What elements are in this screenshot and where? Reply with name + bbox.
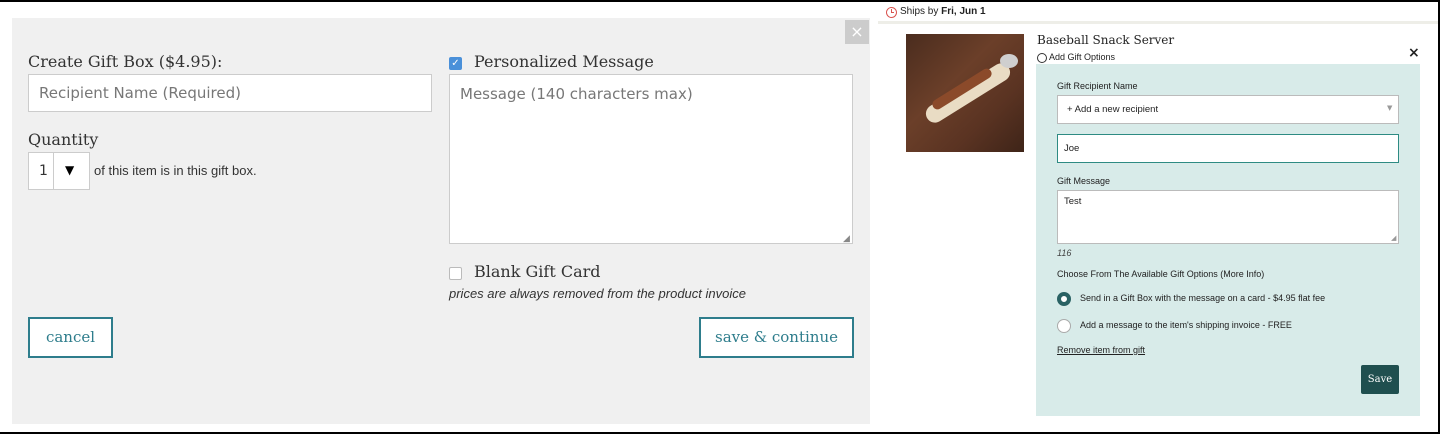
quantity-value: 1 (39, 163, 48, 179)
edit-icon[interactable] (1037, 53, 1047, 63)
product-image (906, 34, 1024, 152)
gift-box-title: Create Gift Box ($4.95): (28, 52, 223, 71)
gift-options-panel: Ships by Fri, Jun 1 Baseball Snack Serve… (878, 2, 1438, 432)
gift-box-dialog: × Create Gift Box ($4.95): Quantity 1 ▼ … (0, 2, 878, 432)
remove-from-gift-link[interactable]: Remove item from gift (1057, 345, 1145, 355)
gift-options-form: Gift Recipient Name + Add a new recipien… (1036, 64, 1420, 416)
resize-grip-icon[interactable]: ◢ (843, 234, 850, 244)
quantity-title: Quantity (28, 130, 99, 149)
prices-note: prices are always removed from the produ… (449, 286, 746, 301)
gift-message-textarea[interactable]: Test (1057, 190, 1399, 244)
quantity-description: of this item is in this gift box. (94, 163, 257, 178)
more-info-link[interactable]: More Info (1223, 269, 1261, 279)
recipient-name-field[interactable] (1057, 134, 1399, 163)
product-title: Baseball Snack Server (1037, 33, 1175, 47)
ships-by-text: Ships by Fri, Jun 1 (900, 6, 986, 17)
ships-date: Fri, Jun 1 (941, 6, 986, 17)
recipient-name-input[interactable] (28, 74, 432, 112)
quantity-select[interactable]: 1 ▼ (28, 152, 90, 190)
product-spoon-shape (922, 59, 1014, 127)
chevron-down-icon: ▼ (1387, 104, 1393, 112)
clock-hand (891, 12, 894, 13)
gift-options-heading-close: ) (1261, 269, 1265, 279)
gift-options-heading-text: Choose From The Available Gift Options ( (1057, 269, 1224, 279)
recipient-select[interactable]: + Add a new recipient ▼ (1057, 95, 1399, 124)
invoice-message-option-label: Add a message to the item's shipping inv… (1080, 320, 1292, 330)
gift-recipient-label: Gift Recipient Name (1057, 81, 1138, 91)
blank-gift-card-label: Blank Gift Card (474, 262, 601, 281)
close-icon[interactable]: × (1408, 45, 1420, 61)
personalized-message-checkbox[interactable]: ✓ (449, 57, 462, 70)
recipient-select-value: + Add a new recipient (1067, 104, 1159, 115)
add-gift-options-link[interactable]: Add Gift Options (1049, 52, 1115, 62)
invoice-message-radio[interactable] (1057, 319, 1071, 333)
resize-grip-icon[interactable]: ◢ (1391, 234, 1396, 242)
blank-gift-card-checkbox[interactable] (449, 267, 462, 280)
gift-options-heading: Choose From The Available Gift Options (… (1057, 269, 1264, 279)
quantity-divider (53, 153, 54, 189)
message-textarea[interactable] (449, 74, 853, 244)
close-button[interactable]: × (845, 20, 869, 44)
chevron-down-icon: ▼ (65, 163, 75, 177)
save-button[interactable]: Save (1361, 365, 1399, 394)
personalized-message-label: Personalized Message (474, 52, 654, 71)
cancel-button[interactable]: cancel (28, 317, 113, 358)
clock-icon (886, 7, 897, 18)
product-bowl-shape (1000, 54, 1018, 68)
ships-prefix: Ships by (900, 6, 939, 17)
save-continue-button[interactable]: save & continue (699, 317, 854, 358)
ships-bar: Ships by Fri, Jun 1 (878, 2, 1438, 24)
character-count: 116 (1057, 248, 1072, 258)
gift-box-radio[interactable] (1057, 292, 1071, 306)
gift-box-option-label: Send in a Gift Box with the message on a… (1080, 293, 1326, 303)
gift-message-label: Gift Message (1057, 176, 1111, 186)
